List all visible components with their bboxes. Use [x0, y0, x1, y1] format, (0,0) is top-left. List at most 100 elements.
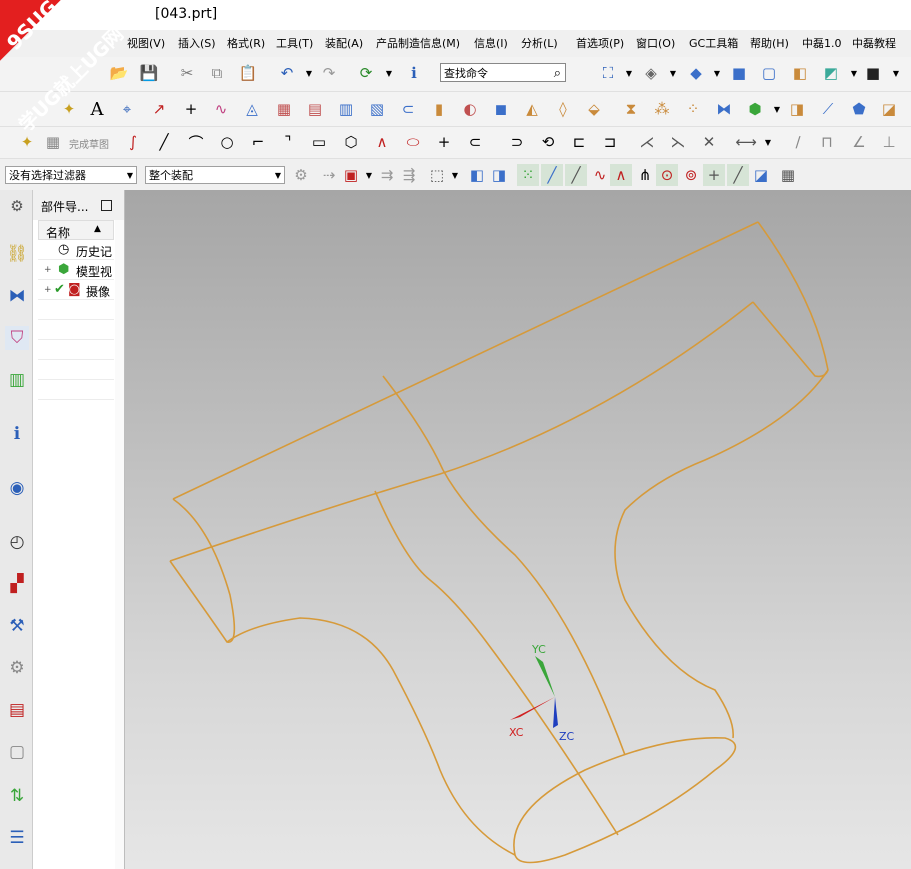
menu-analysis[interactable]: 分析(L) — [521, 35, 558, 51]
pattern-feature-icon[interactable]: ⁂ — [651, 98, 673, 120]
csys-icon[interactable]: ⌖ — [116, 98, 138, 120]
fit-view-icon[interactable]: ⛶ — [597, 62, 619, 84]
type-filter-select[interactable]: 没有选择过滤器 ▼ — [5, 166, 137, 184]
redo-icon[interactable]: ↷ — [318, 62, 340, 84]
tube-icon[interactable]: ⊂ — [397, 98, 419, 120]
column-header-name[interactable]: 名称 ▲ — [38, 220, 114, 240]
rectangle-icon[interactable]: ▭ — [308, 131, 330, 153]
snap-control-icon[interactable]: ∿ — [589, 164, 611, 186]
menu-pmi[interactable]: 产品制造信息(M) — [376, 35, 460, 51]
radial-dimension-icon[interactable]: ⊥ — [878, 131, 900, 153]
history-icon[interactable]: ◴ — [5, 530, 29, 554]
blank-panel-icon[interactable]: ▢ — [5, 740, 29, 764]
rectangle-select-dropdown-icon[interactable]: ▼ — [444, 164, 466, 186]
studio-spline-icon[interactable]: ∫ — [122, 131, 144, 153]
render-style-icon[interactable]: ◈ — [640, 62, 662, 84]
snap-intersection-icon[interactable]: ∧ — [610, 164, 632, 186]
finish-sketch-label[interactable]: 完成草图 — [69, 136, 109, 151]
menu-tools[interactable]: 工具(T) — [276, 35, 313, 51]
copy-icon[interactable]: ⧉ — [206, 62, 228, 84]
angular-dimension-icon[interactable]: ∠ — [848, 131, 870, 153]
extrude-icon[interactable]: ▮ — [428, 98, 450, 120]
pad-icon[interactable]: ◭ — [521, 98, 543, 120]
mesh-surface-icon[interactable]: ▦ — [273, 98, 295, 120]
constraints-icon[interactable]: ⋋ — [667, 131, 689, 153]
make-corner-icon[interactable]: ⋌ — [636, 131, 658, 153]
menu-view[interactable]: 视图(V) — [127, 35, 165, 51]
solid-cube-icon[interactable]: ■ — [728, 62, 750, 84]
fillet-icon[interactable]: ⌐ — [247, 131, 269, 153]
line-icon[interactable]: ╱ — [153, 131, 175, 153]
unite-dropdown-icon[interactable]: ▼ — [766, 98, 788, 120]
color-swatch-icon[interactable]: ■ — [862, 62, 884, 84]
auto-constrain-icon[interactable]: ✕ — [698, 131, 720, 153]
fit-view-dropdown-icon[interactable]: ▼ — [618, 62, 640, 84]
dimension-icon[interactable]: ⟷ — [735, 131, 757, 153]
solid-body-filter-icon[interactable]: ◧ — [466, 164, 488, 186]
menu-info[interactable]: 信息(I) — [474, 35, 508, 51]
gear-icon[interactable]: ⚙ — [5, 194, 29, 218]
paste-icon[interactable]: 📋 — [237, 62, 259, 84]
chamfer-icon[interactable]: ⌝ — [277, 131, 299, 153]
select-body-icon[interactable]: ⇉ — [376, 164, 398, 186]
render-style-dropdown-icon[interactable]: ▼ — [662, 62, 684, 84]
shaded-dropdown-icon[interactable]: ▼ — [706, 62, 728, 84]
sketch-icon[interactable]: ✦ — [16, 131, 38, 153]
menu-preferences[interactable]: 首选项(P) — [576, 35, 624, 51]
dimension-dropdown-icon[interactable]: ▼ — [757, 131, 779, 153]
array-icon[interactable]: ⁘ — [682, 98, 704, 120]
save-icon[interactable]: 💾 — [138, 62, 160, 84]
polygon-icon[interactable]: ⬡ — [340, 131, 362, 153]
search-icon[interactable]: ⌕ — [554, 64, 561, 83]
inferred-dimension-icon[interactable]: ∕ — [787, 131, 809, 153]
command-finder-icon[interactable]: ℹ — [403, 62, 425, 84]
studio-surface-icon[interactable]: ▧ — [366, 98, 388, 120]
graphics-window[interactable]: YC XC ZC — [125, 190, 911, 869]
offset-face-icon[interactable]: ⟋ — [817, 98, 839, 120]
menu-help[interactable]: 帮助(H) — [750, 35, 789, 51]
tree-item-model-views[interactable]: + ⬢ 模型视 — [38, 260, 114, 280]
menu-zhonglei-tutorial[interactable]: 中磊教程 — [852, 35, 896, 51]
surface-icon[interactable]: ◬ — [241, 98, 263, 120]
ellipse-icon[interactable]: ⬭ — [402, 131, 424, 153]
system-materials-icon[interactable]: ▞ — [5, 572, 29, 596]
draft-icon[interactable]: ◪ — [878, 98, 900, 120]
command-search-input[interactable]: 查找命令 ⌕ — [440, 63, 566, 82]
through-curves-icon[interactable]: ▤ — [304, 98, 326, 120]
checklist-icon[interactable]: ☰ — [5, 826, 29, 850]
snap-existing-point-icon[interactable]: + — [703, 164, 725, 186]
open-icon[interactable]: 📂 — [108, 62, 130, 84]
manufacturing-wizard-icon[interactable]: ⚙ — [5, 656, 29, 680]
thicken-icon[interactable]: ⬙ — [583, 98, 605, 120]
undo-icon[interactable]: ↶ — [276, 62, 298, 84]
select-face-icon[interactable]: ⇶ — [398, 164, 420, 186]
face-blend-icon[interactable]: ⬟ — [848, 98, 870, 120]
snap-grid-icon[interactable]: ▦ — [777, 164, 799, 186]
snap-icon[interactable]: ⇢ — [318, 164, 340, 186]
pattern-face-icon[interactable]: ⧗ — [620, 98, 642, 120]
finish-sketch-icon[interactable]: ▦ — [42, 131, 64, 153]
swept-icon[interactable]: ▥ — [335, 98, 357, 120]
sheet-body-filter-icon[interactable]: ◨ — [488, 164, 510, 186]
offset-curve-icon[interactable]: ⊂ — [464, 131, 486, 153]
update-icon[interactable]: ⟳ — [355, 62, 377, 84]
quick-trim-icon[interactable]: ⊏ — [568, 131, 590, 153]
circle-icon[interactable]: ○ — [216, 131, 238, 153]
pattern-curve-icon[interactable]: ⊃ — [506, 131, 528, 153]
sketch-point-icon[interactable]: + — [433, 131, 455, 153]
hd3d-tools-icon[interactable]: ℹ — [5, 422, 29, 446]
snap-curve-icon[interactable]: ╱ — [565, 164, 587, 186]
navigator-scrollbar[interactable] — [115, 220, 124, 869]
snap-point-on-curve-icon[interactable]: ⊚ — [680, 164, 702, 186]
block-icon[interactable]: ◼ — [490, 98, 512, 120]
roles-icon[interactable]: ▤ — [5, 698, 29, 722]
mirror-icon[interactable]: ⧓ — [713, 98, 735, 120]
menu-gc-toolbox[interactable]: GC工具箱 — [689, 35, 738, 51]
tree-item-history[interactable]: ◷ 历史记 — [38, 240, 114, 260]
sort-ascending-icon[interactable]: ▲ — [94, 224, 101, 234]
system-scene-icon[interactable]: ⇅ — [5, 784, 29, 808]
feature-gallery-icon[interactable]: ✦ — [58, 98, 80, 120]
quick-extend-icon[interactable]: ⊐ — [599, 131, 621, 153]
snap-endpoint-icon[interactable]: ⁙ — [517, 164, 539, 186]
process-studio-icon[interactable]: ⚒ — [5, 614, 29, 638]
